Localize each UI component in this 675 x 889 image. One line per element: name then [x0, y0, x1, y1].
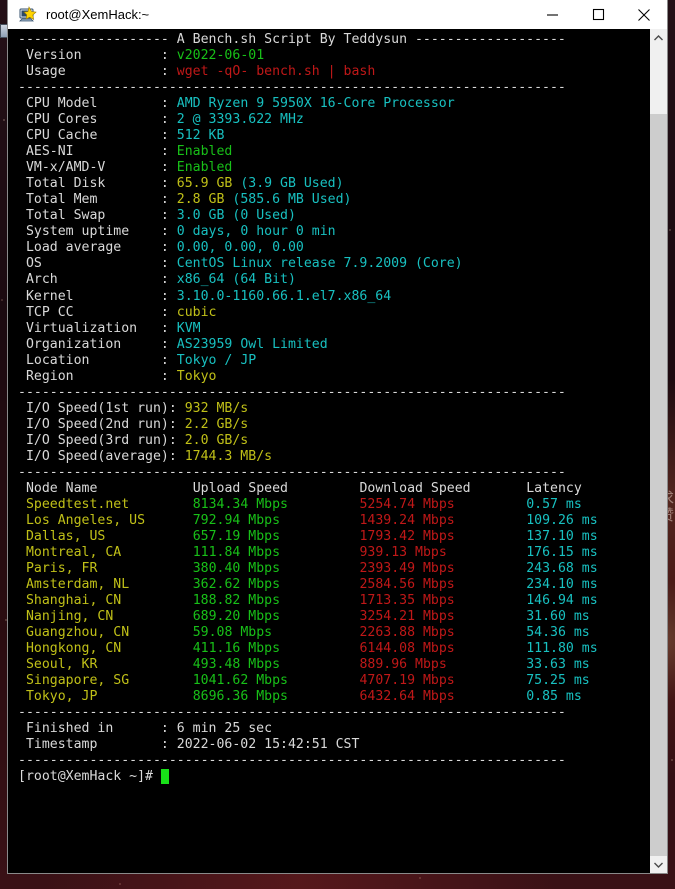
window-controls — [529, 0, 667, 29]
terminal-text: ------------------- A Bench.sh Script By… — [18, 32, 598, 785]
close-button[interactable] — [621, 0, 667, 29]
scrollbar-track[interactable] — [650, 46, 667, 856]
scroll-up-arrow-icon[interactable] — [650, 29, 667, 46]
terminal-scrollbar[interactable] — [650, 29, 667, 873]
window-title: root@XemHack:~ — [46, 7, 150, 22]
terminal-window: root@XemHack:~ ------------------- A Ben… — [8, 0, 667, 873]
putty-icon — [19, 5, 37, 24]
window-titlebar[interactable]: root@XemHack:~ — [8, 0, 667, 30]
maximize-button[interactable] — [575, 0, 621, 29]
scroll-down-arrow-icon[interactable] — [650, 856, 667, 873]
minimize-button[interactable] — [529, 0, 575, 29]
scrollbar-track-lower[interactable] — [650, 114, 667, 856]
scrollbar-thumb[interactable] — [650, 46, 667, 114]
terminal-output-area[interactable]: ------------------- A Bench.sh Script By… — [8, 29, 650, 873]
